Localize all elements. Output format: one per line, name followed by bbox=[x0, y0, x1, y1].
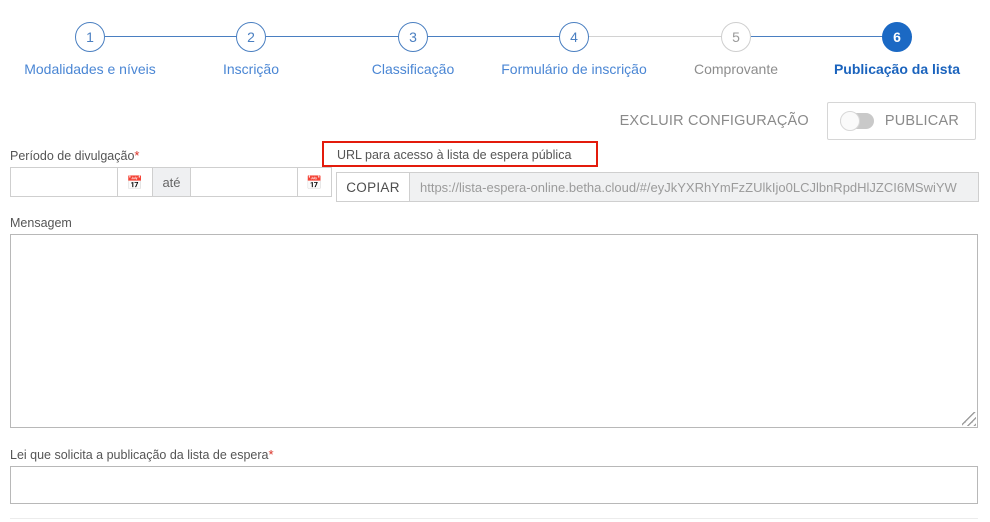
lei-field: Lei que solicita a publicação da lista d… bbox=[10, 447, 978, 504]
copy-url-button[interactable]: COPIAR bbox=[336, 172, 410, 202]
periodo-divulgacao-field: Período de divulgação* 📅 até 📅 bbox=[10, 148, 332, 197]
public-url-field: URL para acesso à lista de espera públic… bbox=[322, 141, 979, 202]
stepper-step-4-circle[interactable]: 4 bbox=[559, 22, 589, 52]
periodo-divulgacao-label: Período de divulgação* bbox=[10, 148, 332, 163]
stepper-step-2-circle[interactable]: 2 bbox=[236, 22, 266, 52]
public-url-input[interactable]: https://lista-espera-online.betha.cloud/… bbox=[410, 172, 979, 202]
date-range-group: 📅 até 📅 bbox=[10, 167, 332, 197]
end-date-calendar-icon[interactable]: 📅 bbox=[297, 167, 332, 197]
mensagem-label: Mensagem bbox=[10, 216, 72, 230]
lei-input[interactable] bbox=[10, 466, 978, 504]
periodo-required-asterisk: * bbox=[134, 148, 140, 163]
stepper-step-6[interactable]: 6 Publicação da lista bbox=[797, 22, 990, 77]
start-date-input[interactable] bbox=[10, 167, 117, 197]
stepper-step-1-circle[interactable]: 1 bbox=[75, 22, 105, 52]
publish-toggle-knob bbox=[839, 111, 860, 131]
mensagem-textarea[interactable] bbox=[10, 234, 978, 428]
bottom-divider bbox=[10, 518, 978, 519]
stepper-step-6-circle[interactable]: 6 bbox=[882, 22, 912, 52]
publish-toggle-label: PUBLICAR bbox=[884, 113, 959, 129]
lei-label-text: Lei que solicita a publicação da lista d… bbox=[10, 448, 269, 462]
stepper-step-5-circle[interactable]: 5 bbox=[721, 22, 751, 52]
public-url-label: URL para acesso à lista de espera públic… bbox=[337, 148, 572, 162]
end-date-input[interactable] bbox=[190, 167, 297, 197]
periodo-divulgacao-label-text: Período de divulgação bbox=[10, 149, 135, 163]
date-range-separator: até bbox=[152, 167, 190, 197]
textarea-resize-handle[interactable] bbox=[962, 412, 976, 426]
lei-required-asterisk: * bbox=[268, 447, 274, 462]
start-date-calendar-icon[interactable]: 📅 bbox=[117, 167, 152, 197]
mensagem-field: Mensagem bbox=[10, 216, 978, 428]
publish-toggle-switch[interactable] bbox=[839, 111, 874, 131]
public-url-group: COPIAR https://lista-espera-online.betha… bbox=[336, 172, 979, 202]
publish-controls: EXCLUIR CONFIGURAÇÃO PUBLICAR bbox=[620, 102, 976, 140]
lei-label: Lei que solicita a publicação da lista d… bbox=[10, 447, 978, 462]
publication-step-page: 1 Modalidades e níveis 2 Inscrição 3 Cla… bbox=[0, 0, 990, 522]
publish-toggle-container[interactable]: PUBLICAR bbox=[826, 102, 976, 140]
delete-configuration-button[interactable]: EXCLUIR CONFIGURAÇÃO bbox=[620, 113, 809, 129]
wizard-stepper: 1 Modalidades e níveis 2 Inscrição 3 Cla… bbox=[0, 0, 990, 90]
stepper-step-3-circle[interactable]: 3 bbox=[398, 22, 428, 52]
stepper-step-6-label[interactable]: Publicação da lista bbox=[797, 61, 990, 77]
